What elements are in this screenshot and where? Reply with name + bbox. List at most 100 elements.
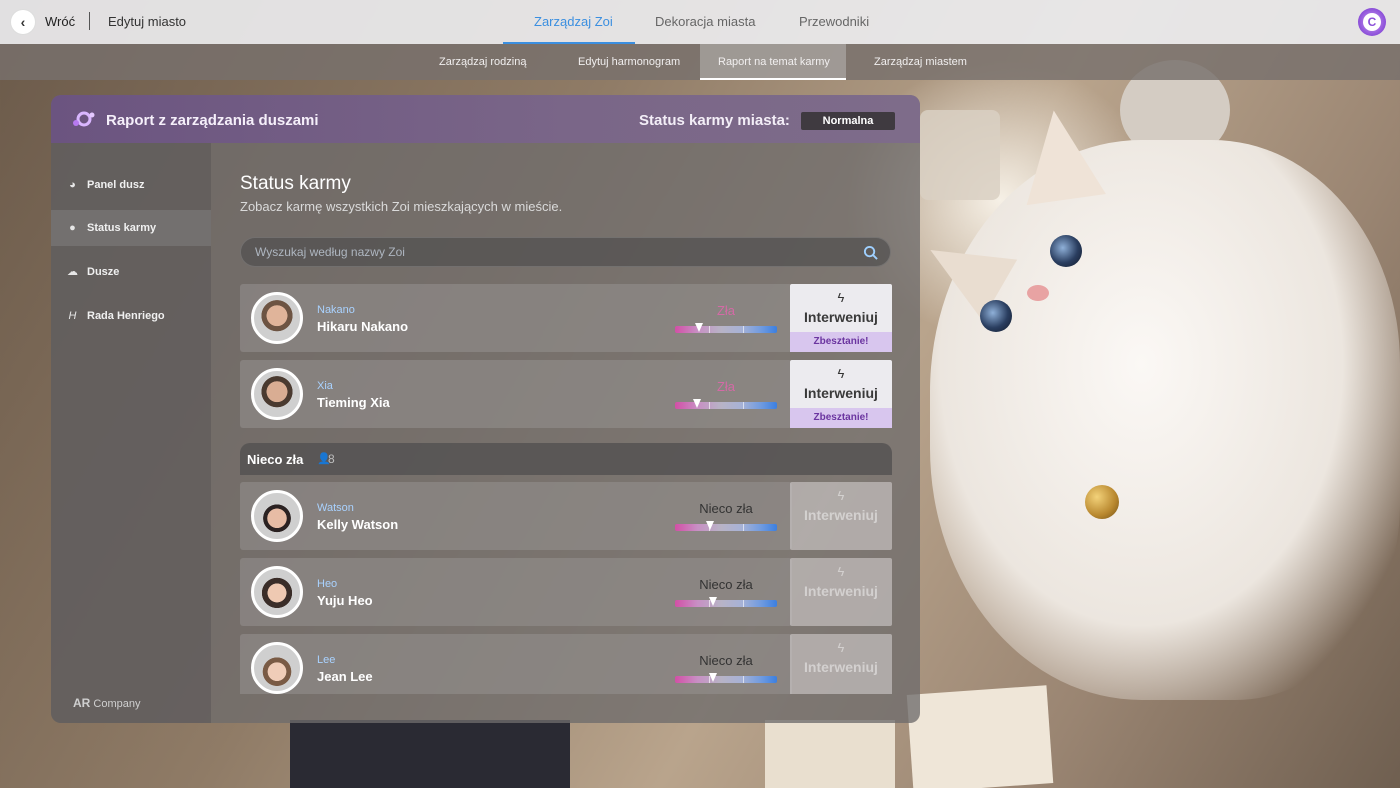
background-cat-eye [1050, 235, 1082, 267]
intervene-button[interactable]: ϟ Interweniuj [790, 634, 892, 694]
search-box [240, 237, 891, 267]
sub-nav-bar: Zarządzaj rodziną Edytuj harmonogram Rap… [0, 44, 1400, 80]
tab-manage-zoi[interactable]: Zarządzaj Zoi [534, 14, 613, 29]
top-nav-bar: ‹ Wróć Edytuj miasto Zarządzaj Zoi Dekor… [0, 0, 1400, 44]
panel-title: Raport z zarządzania duszami [106, 112, 319, 129]
lightning-icon: ϟ [837, 564, 845, 579]
zoi-fullname: Hikaru Nakano [317, 319, 409, 334]
background-cat-ear [912, 219, 1018, 321]
background-paper [906, 685, 1054, 788]
tab-guides[interactable]: Przewodniki [799, 14, 869, 29]
karma-marker [708, 597, 717, 606]
zoi-surname: Watson [317, 502, 354, 514]
zoi-karma-list: Nakano Hikaru Nakano Zła ϟ Interweniuj Z… [240, 284, 900, 694]
intervene-label: Interweniuj [804, 309, 878, 325]
karma-marker [693, 399, 702, 408]
karma-level-label: Zła [716, 303, 736, 318]
background-paper [765, 720, 895, 788]
karma-level-label: Nieco zła [699, 577, 753, 592]
group-count: 8 [328, 452, 335, 466]
soul-logo-icon [73, 111, 95, 127]
intervene-button[interactable]: ϟ Interweniuj [790, 558, 892, 626]
background-cat-ear [1014, 104, 1106, 206]
zoi-fullname: Kelly Watson [317, 517, 399, 532]
karma-level-label: Nieco zła [699, 501, 753, 516]
intervene-label: Interweniuj [804, 385, 878, 401]
sidebar-item-henri-council[interactable]: H Rada Henriego [51, 298, 211, 334]
lightning-icon: ϟ [837, 366, 845, 381]
divider [89, 12, 90, 30]
ghost-icon: ☁ [67, 265, 78, 278]
reprimand-label: Zbesztanie! [790, 408, 892, 428]
intervene-button[interactable]: ϟ Interweniuj [790, 482, 892, 550]
soul-report-panel: Raport z zarządzania duszami Status karm… [51, 95, 920, 723]
list-item[interactable]: Heo Yuju Heo Nieco zła ϟ Interweniuj [240, 558, 892, 626]
list-item[interactable]: Lee Jean Lee Nieco zła ϟ Interweniuj [240, 634, 892, 694]
background-keyboard [920, 110, 1000, 200]
background-map [290, 720, 570, 788]
h-icon: H [68, 309, 77, 322]
search-input[interactable] [255, 238, 845, 266]
intervene-label: Interweniuj [804, 507, 878, 523]
zoi-fullname: Jean Lee [317, 669, 373, 684]
karma-bar [675, 597, 777, 607]
sidebar-item-souls[interactable]: ☁ Dusze [51, 254, 211, 290]
karma-bar [675, 399, 777, 409]
karma-level-label: Nieco zła [699, 653, 753, 668]
lightning-icon: ϟ [837, 640, 845, 655]
karma-marker [695, 323, 704, 332]
company-logo: AR Company [73, 696, 141, 710]
sidebar-item-label: Rada Henriego [87, 310, 165, 322]
background-cat-eye [980, 300, 1012, 332]
background-cat [930, 140, 1400, 700]
list-item[interactable]: Watson Kelly Watson Nieco zła ϟ Interwen… [240, 482, 892, 550]
zoi-fullname: Tieming Xia [317, 395, 390, 410]
avatar [251, 490, 303, 542]
karma-status-content: Status karmy Zobacz karmę wszystkich Zoi… [211, 143, 920, 723]
search-icon[interactable] [863, 245, 878, 260]
person-icon: ● [69, 221, 76, 234]
karma-bar [675, 673, 777, 683]
intervene-label: Interweniuj [804, 659, 878, 675]
intervene-button[interactable]: ϟ Interweniuj Zbesztanie! [790, 360, 892, 428]
zoi-surname: Xia [317, 380, 333, 392]
background-bell [1085, 485, 1119, 519]
list-item[interactable]: Nakano Hikaru Nakano Zła ϟ Interweniuj Z… [240, 284, 892, 352]
sidebar-item-karma-status[interactable]: ● Status karmy [51, 210, 211, 246]
sidebar-item-label: Status karmy [87, 222, 157, 234]
subtab-schedule[interactable]: Edytuj harmonogram [578, 56, 680, 68]
list-item[interactable]: Xia Tieming Xia Zła ϟ Interweniuj Zbeszt… [240, 360, 892, 428]
sidebar-item-soul-panel[interactable]: ◕ Panel dusz [51, 167, 211, 203]
subtab-family[interactable]: Zarządzaj rodziną [439, 56, 526, 68]
reprimand-label: Zbesztanie! [790, 332, 892, 352]
avatar [251, 292, 303, 344]
avatar [251, 642, 303, 694]
intervene-button[interactable]: ϟ Interweniuj Zbesztanie! [790, 284, 892, 352]
chevron-left-icon: ‹ [20, 14, 26, 30]
background-cat-nose [1027, 285, 1049, 301]
edit-city-link[interactable]: Edytuj miasto [108, 14, 186, 29]
karma-level-label: Zła [716, 379, 736, 394]
zoi-surname: Heo [317, 578, 338, 590]
zoi-surname: Nakano [317, 304, 355, 316]
karma-bar [675, 521, 777, 531]
sidebar-item-label: Panel dusz [87, 179, 145, 191]
intervene-label: Interweniuj [804, 583, 878, 599]
avatar [251, 368, 303, 420]
karma-group-header[interactable]: Nieco zła 👤 8 [240, 443, 892, 475]
profile-icon[interactable]: C [1358, 8, 1386, 36]
zoi-fullname: Yuju Heo [317, 593, 373, 608]
subtab-city[interactable]: Zarządzaj miastem [874, 56, 967, 68]
dashboard-icon: ◕ [69, 178, 76, 191]
tab-city-decoration[interactable]: Dekoracja miasta [655, 14, 755, 29]
panel-header: Raport z zarządzania duszami Status karm… [51, 95, 920, 143]
karma-bar [675, 323, 777, 333]
sidebar: ◕ Panel dusz ● Status karmy ☁ Dusze H Ra… [51, 143, 211, 723]
back-button[interactable]: ‹ [11, 10, 35, 34]
subtab-karma-report[interactable]: Raport na temat karmy [718, 56, 830, 68]
city-karma-status-label: Status karmy miasta: [639, 112, 790, 129]
back-label[interactable]: Wróć [45, 14, 75, 29]
page-subtitle: Zobacz karmę wszystkich Zoi mieszkającyc… [240, 199, 563, 214]
sidebar-item-label: Dusze [87, 266, 120, 278]
city-karma-status-badge: Normalna [801, 112, 895, 130]
